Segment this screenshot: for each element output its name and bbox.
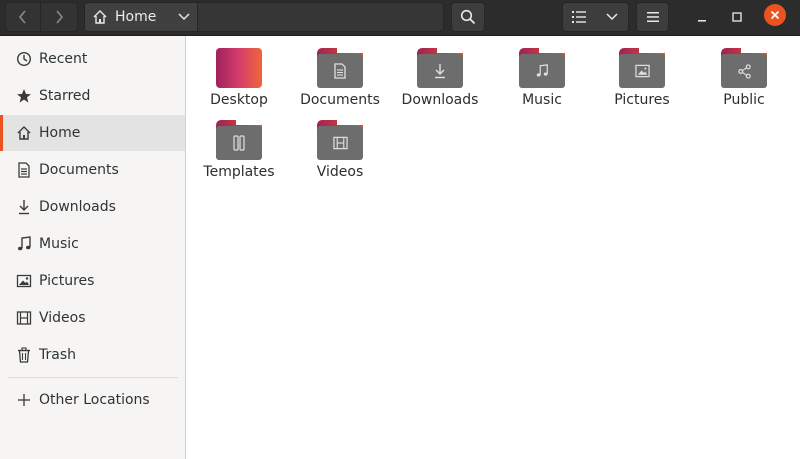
folder-label: Templates [203, 164, 275, 180]
folder-music[interactable]: Music [493, 48, 591, 116]
view-options-button[interactable] [595, 2, 629, 32]
folder-icon [721, 48, 767, 88]
folder-icon [317, 48, 363, 88]
sidebar-item-other-locations[interactable]: Other Locations [0, 382, 185, 418]
plus-icon [15, 393, 33, 407]
folder-downloads[interactable]: Downloads [391, 48, 489, 116]
close-button[interactable] [764, 4, 786, 26]
sidebar-item-music[interactable]: Music [0, 226, 185, 262]
folder-desktop[interactable]: Desktop [190, 48, 288, 116]
minimize-button[interactable] [690, 5, 714, 29]
main-menu-button[interactable] [636, 2, 669, 32]
sidebar-item-label: Other Locations [39, 392, 150, 408]
folder-icon [619, 48, 665, 88]
sidebar-item-home[interactable]: Home [0, 115, 185, 151]
search-button[interactable] [451, 2, 485, 32]
maximize-button[interactable] [725, 5, 749, 29]
sidebar-item-pictures[interactable]: Pictures [0, 263, 185, 299]
list-view-icon [572, 11, 586, 23]
sidebar-item-starred[interactable]: Starred [0, 78, 185, 114]
film-icon [332, 136, 348, 150]
chevron-down-icon [605, 13, 618, 21]
music-note-icon [15, 236, 33, 252]
template-icon [233, 135, 245, 151]
search-icon [460, 9, 476, 25]
folder-videos[interactable]: Videos [291, 120, 389, 188]
document-icon [334, 63, 346, 79]
sidebar-separator [8, 377, 178, 378]
download-icon [435, 64, 445, 79]
headerbar: Home [0, 0, 800, 36]
folder-public[interactable]: Public [695, 48, 793, 116]
folder-label: Documents [300, 92, 380, 108]
places-sidebar: Recent Starred Home Documents Downloads [0, 36, 186, 459]
path-home-button[interactable]: Home [85, 3, 198, 31]
share-icon [737, 63, 751, 79]
sidebar-item-documents[interactable]: Documents [0, 152, 185, 188]
sidebar-item-recent[interactable]: Recent [0, 41, 185, 77]
image-icon [15, 273, 33, 289]
folder-icon [417, 48, 463, 88]
clock-icon [15, 51, 33, 67]
hamburger-menu-icon [646, 12, 659, 22]
sidebar-item-downloads[interactable]: Downloads [0, 189, 185, 225]
sidebar-item-label: Starred [39, 88, 91, 104]
image-icon [634, 64, 650, 78]
folder-templates[interactable]: Templates [190, 120, 288, 188]
trash-icon [15, 347, 33, 363]
sidebar-item-label: Pictures [39, 273, 95, 289]
sidebar-item-label: Downloads [39, 199, 116, 215]
star-icon [15, 88, 33, 104]
sidebar-item-label: Music [39, 236, 79, 252]
chevron-right-icon [56, 10, 64, 24]
document-icon [15, 162, 33, 178]
folder-icon [317, 120, 363, 160]
sidebar-item-label: Documents [39, 162, 119, 178]
path-home-label: Home [115, 9, 157, 25]
folder-icon [519, 48, 565, 88]
maximize-icon [732, 12, 742, 22]
sidebar-item-videos[interactable]: Videos [0, 300, 185, 336]
sidebar-item-label: Videos [39, 310, 86, 326]
chevron-left-icon [18, 10, 26, 24]
view-list-button[interactable] [562, 2, 596, 32]
close-icon [770, 10, 780, 20]
sidebar-item-label: Recent [39, 51, 88, 67]
sidebar-item-label: Home [39, 125, 81, 141]
sidebar-item-trash[interactable]: Trash [0, 337, 185, 373]
music-note-icon [536, 64, 548, 77]
minimize-icon [698, 20, 706, 22]
download-icon [15, 199, 33, 215]
sidebar-item-label: Trash [39, 347, 76, 363]
path-bar: Home [84, 2, 444, 32]
folder-icon [216, 120, 262, 160]
desktop-folder-icon [216, 48, 262, 88]
folder-label: Downloads [401, 92, 479, 108]
chevron-down-icon[interactable] [171, 13, 197, 21]
folder-label: Pictures [614, 92, 670, 108]
file-view: Desktop Documents Downloads Music Pictur… [186, 36, 800, 459]
folder-label: Videos [316, 164, 364, 180]
film-icon [15, 310, 33, 326]
folder-documents[interactable]: Documents [291, 48, 389, 116]
home-icon [85, 9, 115, 25]
folder-label: Music [522, 92, 562, 108]
folder-pictures[interactable]: Pictures [593, 48, 691, 116]
folder-label: Desktop [210, 92, 268, 108]
forward-button[interactable] [41, 2, 78, 32]
file-manager-window: Home Recent Starred Home Documents Downl… [0, 0, 800, 459]
back-button[interactable] [5, 2, 41, 32]
home-icon [15, 125, 33, 141]
folder-label: Public [723, 92, 765, 108]
